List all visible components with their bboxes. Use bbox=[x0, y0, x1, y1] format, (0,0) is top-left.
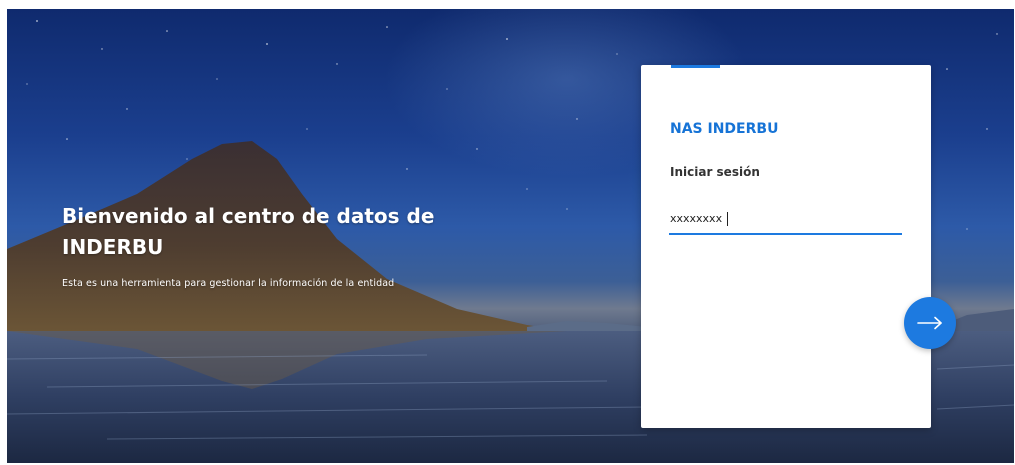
login-label: Iniciar sesión bbox=[670, 165, 760, 179]
hero-subtitle: Esta es una herramienta para gestionar l… bbox=[62, 278, 395, 289]
text-caret bbox=[727, 212, 728, 226]
login-page: Bienvenido al centro de datos de INDERBU… bbox=[7, 9, 1014, 463]
card-accent-bar bbox=[671, 65, 720, 68]
password-input[interactable] bbox=[669, 203, 902, 233]
login-card: NAS INDERBU Iniciar sesión bbox=[641, 65, 931, 428]
hero-title: Bienvenido al centro de datos de INDERBU bbox=[62, 204, 435, 259]
submit-button[interactable] bbox=[904, 297, 956, 349]
password-field-wrap bbox=[669, 203, 902, 235]
brand-title: NAS INDERBU bbox=[670, 121, 779, 137]
arrow-right-icon bbox=[917, 316, 942, 330]
